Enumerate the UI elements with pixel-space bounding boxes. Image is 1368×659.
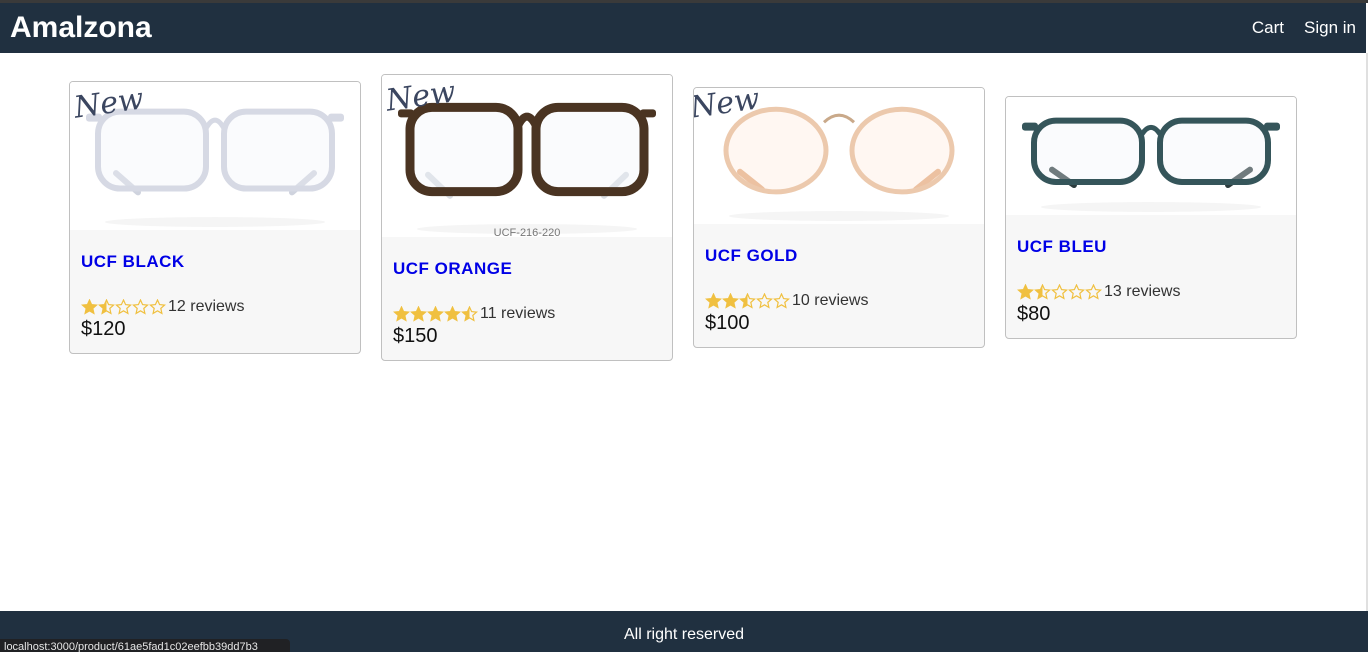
- star-full-icon: [427, 306, 444, 322]
- nav-links: Cart Sign in: [1232, 18, 1356, 38]
- rating-stars: [1017, 284, 1102, 300]
- product-price: $150: [393, 325, 438, 347]
- browser-status-url: localhost:3000/product/61ae5fad1c02eefbb…: [0, 639, 290, 652]
- star-full-icon: [722, 293, 739, 309]
- nav-signin-link[interactable]: Sign in: [1304, 18, 1356, 38]
- star-half-icon: [461, 306, 478, 322]
- rating-stars: [393, 306, 478, 322]
- nav-cart-link[interactable]: Cart: [1252, 18, 1284, 38]
- star-full-icon: [393, 306, 410, 322]
- product-price: $100: [705, 312, 750, 334]
- product-card-body: UCF BLACK 12 reviews $120: [70, 230, 360, 353]
- product-title-link[interactable]: UCF BLACK: [81, 252, 349, 272]
- rating-stars: [81, 299, 166, 315]
- product-rating: 13 reviews: [1017, 283, 1285, 301]
- product-card: UCF-216-220 New UCF ORANGE 11 reviews $1…: [381, 74, 673, 361]
- product-rating: 12 reviews: [81, 298, 349, 316]
- product-image-link[interactable]: New: [694, 88, 984, 224]
- star-empty-icon: [756, 293, 773, 309]
- product-card: UCF BLEU 13 reviews $80: [1005, 96, 1297, 339]
- footer-text: All right reserved: [623, 626, 745, 643]
- product-rating: 11 reviews: [393, 305, 661, 323]
- star-empty-icon: [115, 299, 132, 315]
- product-image: [1006, 97, 1296, 215]
- product-rating: 10 reviews: [705, 292, 973, 310]
- star-empty-icon: [773, 293, 790, 309]
- rating-stars: [705, 293, 790, 309]
- frame-code-text: UCF-216-220: [494, 227, 561, 237]
- product-title-link[interactable]: UCF ORANGE: [393, 259, 661, 279]
- review-count: 10 reviews: [792, 292, 869, 309]
- product-image-link[interactable]: UCF-216-220 New: [382, 75, 672, 237]
- product-card-body: UCF ORANGE 11 reviews $150: [382, 237, 672, 360]
- star-empty-icon: [149, 299, 166, 315]
- brand-logo-link[interactable]: Amalzona: [10, 11, 152, 45]
- star-empty-icon: [1068, 284, 1085, 300]
- review-count: 11 reviews: [480, 305, 556, 322]
- star-full-icon: [444, 306, 461, 322]
- navbar: Amalzona Cart Sign in: [0, 3, 1366, 53]
- product-title-link[interactable]: UCF BLEU: [1017, 237, 1285, 257]
- star-empty-icon: [1051, 284, 1068, 300]
- star-full-icon: [81, 299, 98, 315]
- star-full-icon: [410, 306, 427, 322]
- star-half-icon: [98, 299, 115, 315]
- star-empty-icon: [132, 299, 149, 315]
- product-card: New UCF GOLD 10 reviews $100: [693, 87, 985, 348]
- star-full-icon: [1017, 284, 1034, 300]
- product-card-body: UCF GOLD 10 reviews $100: [694, 224, 984, 347]
- product-card: New UCF BLACK 12 reviews $120: [69, 81, 361, 354]
- star-empty-icon: [1085, 284, 1102, 300]
- product-title-link[interactable]: UCF GOLD: [705, 246, 973, 266]
- product-image-link[interactable]: New: [70, 82, 360, 230]
- star-half-icon: [1034, 284, 1051, 300]
- star-full-icon: [705, 293, 722, 309]
- review-count: 12 reviews: [168, 298, 245, 315]
- product-image-link[interactable]: [1006, 97, 1296, 215]
- star-half-icon: [739, 293, 756, 309]
- product-price: $80: [1017, 303, 1051, 325]
- review-count: 13 reviews: [1104, 283, 1181, 300]
- product-price: $120: [81, 318, 126, 340]
- product-card-body: UCF BLEU 13 reviews $80: [1006, 215, 1296, 338]
